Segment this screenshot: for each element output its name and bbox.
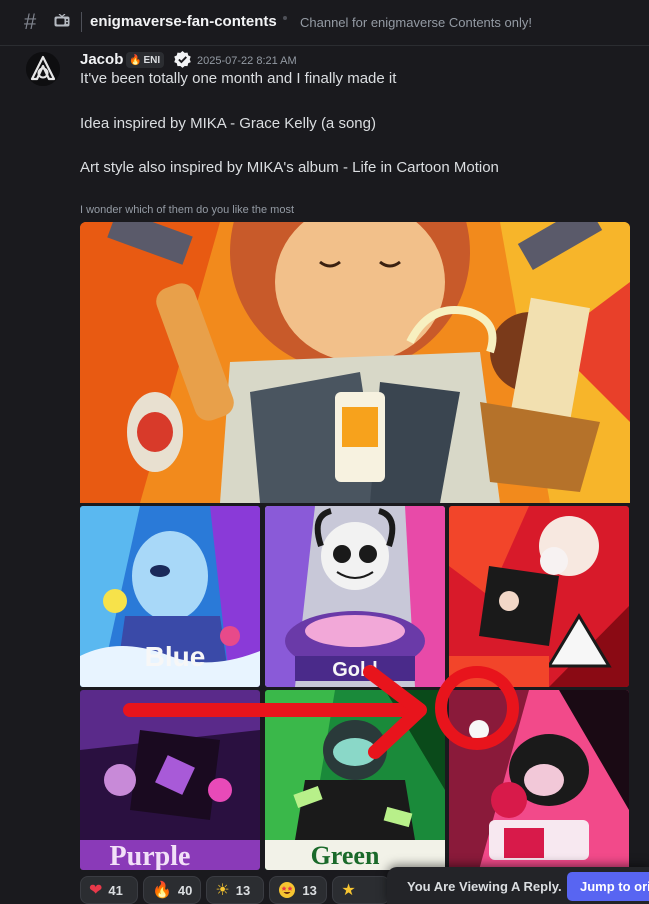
- heart-icon: ❤: [89, 882, 103, 899]
- tile-lettering-green: Green: [311, 841, 380, 870]
- author-username[interactable]: Jacob: [80, 51, 123, 68]
- channel-topic[interactable]: Channel for enigmaverse Contents only!: [300, 15, 532, 30]
- tile-lettering-grey: Gold: [332, 659, 378, 681]
- avatar-logo-icon: [26, 52, 60, 86]
- avatar[interactable]: [26, 52, 60, 86]
- jump-to-original-button[interactable]: Jump to original: [567, 872, 649, 901]
- fire-icon: 🔥: [152, 882, 172, 899]
- message-line-3: Art style also inspired by MIKA's album …: [80, 159, 499, 176]
- role-tag-label: ENI: [143, 54, 161, 66]
- message-line-1: It've been totally one month and I final…: [80, 70, 397, 87]
- reaction-count: 13: [235, 882, 251, 898]
- channel-header: # enigmaverse-fan-contents Channel for e…: [0, 0, 649, 46]
- attachment-caption: I wonder which of them do you like the m…: [80, 204, 294, 216]
- header-dot-separator: [283, 16, 287, 20]
- reaction-count: 40: [177, 882, 193, 898]
- reply-banner: You Are Viewing A Reply. Jump to origina…: [387, 867, 649, 904]
- artwork-tile-grey[interactable]: Gold: [265, 506, 445, 687]
- artwork-tile-green[interactable]: Green: [265, 690, 445, 870]
- reaction-sun[interactable]: ☀ 13: [206, 876, 265, 904]
- reaction-count: 41: [108, 882, 123, 898]
- artwork-tile-purple[interactable]: Purple: [80, 690, 260, 870]
- artwork-tile-pink[interactable]: [449, 690, 629, 870]
- reaction-heart[interactable]: ❤ 41: [80, 876, 138, 904]
- role-tag[interactable]: 🔥 ENI: [126, 52, 165, 68]
- verified-badge-icon: [174, 50, 191, 68]
- reaction-count: 13: [302, 882, 317, 898]
- reaction-fire[interactable]: 🔥 40: [143, 876, 202, 904]
- star-icon: ★: [341, 882, 356, 899]
- header-divider: [81, 12, 82, 32]
- reaction-star-struck[interactable]: 13: [269, 876, 328, 904]
- artwork-tile-red[interactable]: [449, 506, 629, 687]
- reply-banner-text: You Are Viewing A Reply.: [407, 879, 562, 894]
- channel-name[interactable]: enigmaverse-fan-contents: [90, 13, 277, 30]
- tile-lettering-purple: Purple: [110, 841, 191, 870]
- hashtag-icon: #: [24, 9, 37, 34]
- sun-icon: ☀: [215, 882, 230, 899]
- tile-lettering-blue: Blue: [145, 641, 206, 672]
- message-line-2: Idea inspired by MIKA - Grace Kelly (a s…: [80, 115, 376, 132]
- star-struck-icon: [279, 882, 296, 898]
- message-timestamp: 2025-07-22 8:21 AM: [197, 55, 297, 67]
- reaction-bar: ❤ 41 🔥 40 ☀ 13 13 ★: [80, 876, 391, 904]
- tv-icon: [54, 14, 70, 27]
- artwork-tile-blue[interactable]: Blue: [80, 506, 260, 687]
- artwork-main-image[interactable]: [80, 222, 630, 503]
- flame-icon: 🔥: [129, 54, 142, 66]
- reaction-star[interactable]: ★: [332, 876, 391, 904]
